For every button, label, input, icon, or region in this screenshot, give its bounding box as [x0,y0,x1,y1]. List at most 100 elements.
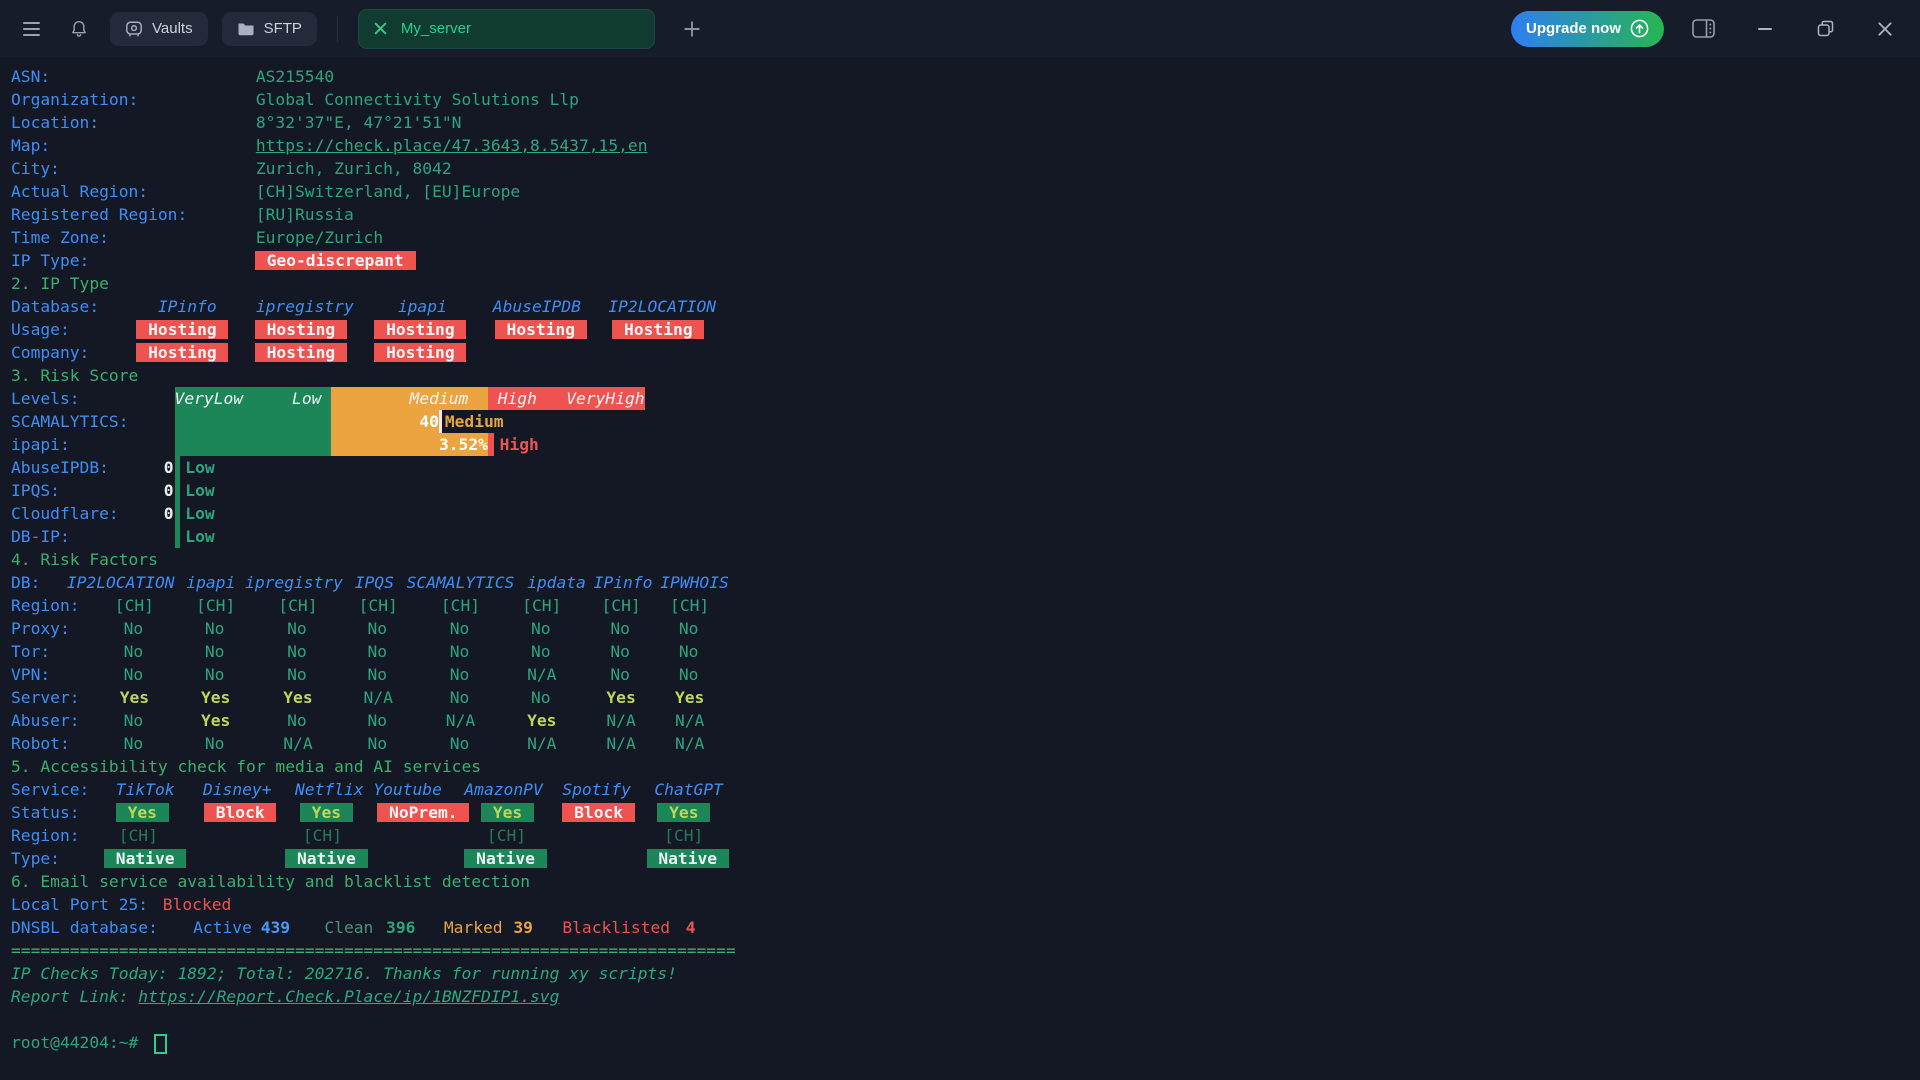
terminal-line: VPN:NoNoNoNoNoN/ANoNo [0,663,1920,686]
sftp-button[interactable]: SFTP [222,12,317,46]
terminal-text: No [205,640,225,663]
terminal-text [175,456,181,479]
terminal-line: Actual Region:[CH]Switzerland, [EU]Europ… [0,180,1920,203]
terminal-text: ipregistry [245,571,343,594]
terminal-line [0,1008,1920,1031]
terminal-text: [CH] [487,824,526,847]
terminal-text: Native [285,849,367,868]
terminal-text: ipapi [398,295,447,318]
bell-icon [69,19,89,39]
terminal-text: [CH] [303,824,342,847]
vaults-button[interactable]: Vaults [110,12,208,46]
terminal-text: N/A [606,709,635,732]
terminal-text: Location: [11,111,99,134]
terminal-text: 0 [164,502,174,525]
terminal-text: Company: [11,341,89,364]
terminal-line: IP Type: Geo-discrepant [0,249,1920,272]
terminal-text: Actual Region: [11,180,148,203]
terminal-text: No [124,663,144,686]
close-window-button[interactable] [1868,12,1902,46]
terminal-text [175,502,181,525]
terminal-text: Hosting [255,343,347,362]
terminal-text: DB-IP: [11,525,70,548]
terminal-text: Time Zone: [11,226,109,249]
terminal-text: N/A [675,709,704,732]
tab-my-server[interactable]: My_server [358,9,655,49]
terminal-text: No [287,640,307,663]
terminal-text: Low [185,479,214,502]
terminal-text: Native [647,849,729,868]
terminal-text [439,410,442,433]
terminal-line: Region:[CH][CH][CH][CH] [0,824,1920,847]
restore-icon [1817,20,1834,37]
terminal-line: 3. Risk Score [0,364,1920,387]
terminal-text: Hosting [612,320,704,339]
report-link[interactable]: https://Report.Check.Place/ip/1BNZFDIP1.… [138,985,559,1008]
terminal-text: [CH] [115,594,154,617]
terminal-text: Yes [201,709,230,732]
terminal-text: Low [185,502,214,525]
close-tab-icon[interactable] [373,21,388,36]
terminal-text: [CH] [359,594,398,617]
terminal-text: AbuseIPDB [493,295,581,318]
maximize-button[interactable] [1808,12,1842,46]
terminal-text: No [124,617,144,640]
terminal-text: Block [562,803,635,822]
terminal-text: No [124,709,144,732]
section-header: 5. Accessibility check for media and AI … [11,755,481,778]
terminal-line: Database:IPinfoipregistryipapiAbuseIPDBI… [0,295,1920,318]
terminal-text: No [679,663,699,686]
upgrade-now-button[interactable]: Upgrade now [1511,11,1664,47]
terminal-line: 2. IP Type [0,272,1920,295]
terminal-text: Server: [11,686,80,709]
terminal-line: Report Link: https://Report.Check.Place/… [0,985,1920,1008]
upgrade-label: Upgrade now [1526,20,1621,37]
prompt-line: root@44204:~# [0,1031,1920,1054]
terminal-text: 0 [164,456,174,479]
terminal-text: IPinfo [594,571,653,594]
menu-button[interactable] [14,12,48,46]
terminal-text: Native [104,849,186,868]
terminal-line: Abuser:NoYesNoNoN/AYesN/AN/A [0,709,1920,732]
terminal-line: IPQS: 0 Low [0,479,1920,502]
minimize-button[interactable] [1748,12,1782,46]
terminal-text: Europe/Zurich [256,226,383,249]
hamburger-icon [23,22,40,36]
map-link[interactable]: https://check.place/47.3643,8.5437,15,en [256,134,648,157]
terminal-text: VPN: [11,663,50,686]
vaults-label: Vaults [152,20,193,37]
notifications-button[interactable] [62,12,96,46]
terminal-text: Yes [283,686,312,709]
terminal-text: No [531,617,551,640]
topbar-right: Upgrade now [1511,11,1906,47]
risk-bar-green: VeryLow Low [175,387,332,410]
terminal-text: Status: [11,801,80,824]
terminal-text: N/A [527,663,556,686]
terminal-text: Yes [606,686,635,709]
terminal-text: No [367,640,387,663]
terminal-text: ipdata [527,571,586,594]
terminal-cursor [154,1034,167,1054]
new-tab-button[interactable] [675,12,709,46]
terminal-text: Organization: [11,88,138,111]
topbar: Vaults SFTP My_server [0,0,1920,57]
terminal-text: Marked [444,916,503,939]
terminal-text: IP2LOCATION [67,571,175,594]
terminal-line: DB-IP:Low [0,525,1920,548]
terminal-text: Usage: [11,318,70,341]
panel-toggle-button[interactable] [1686,12,1720,46]
window-controls [1748,12,1906,46]
terminal-line: Server:YesYesYesN/ANoNoYesYes [0,686,1920,709]
terminal-line: Time Zone: Europe/Zurich [0,226,1920,249]
terminal-text: 0 [164,479,174,502]
terminal-text: No [610,617,630,640]
terminal-line: Cloudflare:0Low [0,502,1920,525]
terminal-text: Hosting [136,343,228,362]
terminal-text: ========================================… [11,939,736,962]
terminal-text: ChatGPT [654,778,723,801]
terminal-text: Youtube [373,778,442,801]
terminal-text: IPQS: [11,479,60,502]
terminal-output[interactable]: ASN:AS215540Organization:Global Connecti… [0,57,1920,1080]
terminal-text: ipregistry [256,295,354,318]
terminal-line: SCAMALYTICS: 40Medium [0,410,1920,433]
